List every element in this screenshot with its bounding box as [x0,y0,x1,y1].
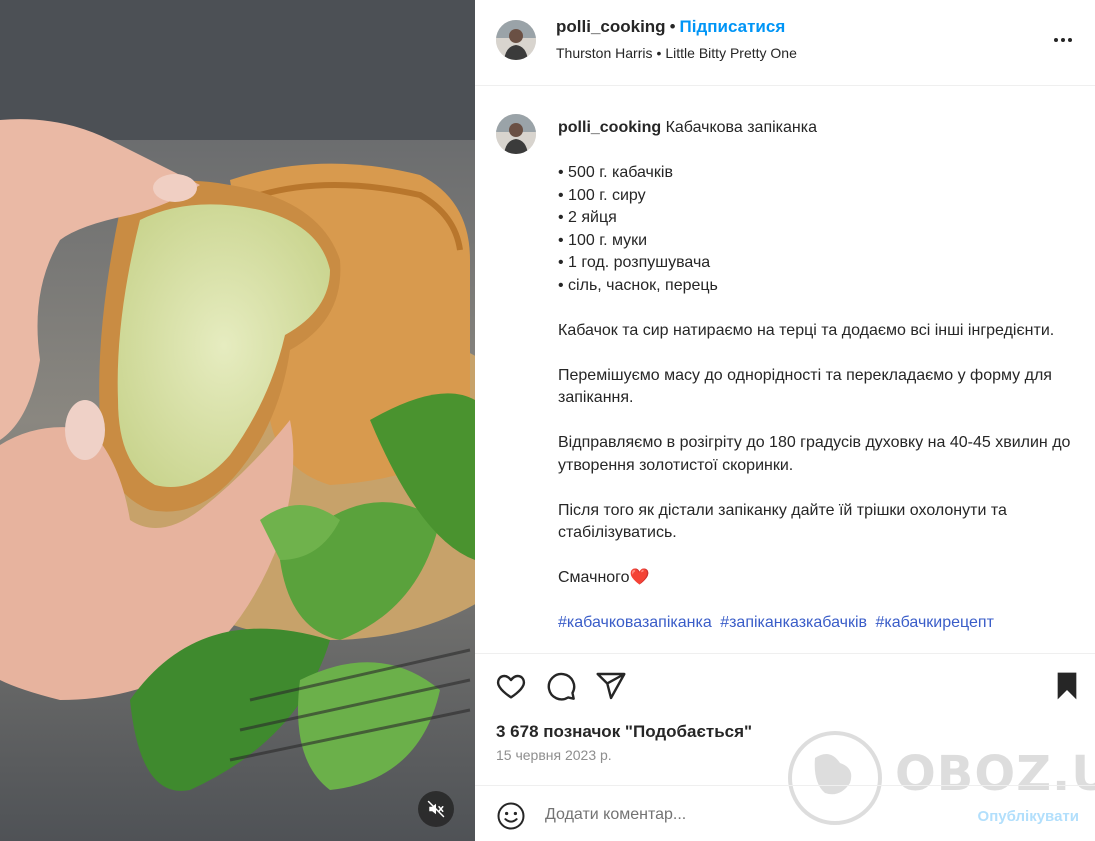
ingredient-item: • 500 г. кабачків [558,164,673,181]
post-media[interactable] [0,0,475,841]
audio-info[interactable]: Thurston Harris • Little Bitty Pretty One [556,45,797,61]
follow-button[interactable]: Підписатися [680,17,786,36]
avatar[interactable] [496,114,536,154]
ingredient-item: • сіль, часнок, перець [558,276,718,294]
heart-emoji-icon: ❤️ [629,569,650,586]
avatar-image [496,114,536,154]
music-artist[interactable]: Thurston Harris [556,45,652,61]
comment-input[interactable] [545,801,945,829]
closing-line: Смачного❤️ [558,567,1073,590]
caption-text: polli_cooking Кабачкова запіканка • 500 … [558,117,1073,635]
closing-text: Смачного [558,569,630,586]
comment-bar: Опублікувати [475,785,1095,841]
heart-icon[interactable] [495,670,527,702]
bookmark-icon[interactable] [1051,670,1083,702]
more-options-button[interactable] [1051,32,1075,48]
hashtag-list: #кабачковазапіканка #запіканказкабачків … [558,612,1073,635]
username-link[interactable]: polli_cooking [556,17,666,36]
caption-title-line: polli_cooking Кабачкова запіканка [558,117,1073,140]
post-details-pane: polli_cooking • Підписатися Thurston Harri… [475,0,1095,841]
hashtag-link[interactable]: #кабачковазапіканка [558,614,712,631]
ingredient-item: • 2 яйця [558,209,617,226]
hashtag-link[interactable]: #запіканказкабачків [720,614,867,631]
recipe-step: Після того як дістали запіканку дайте їй… [558,501,1007,542]
ingredients-list: • 500 г. кабачків • 100 г. сиру • 2 яйця… [558,162,1073,297]
speaker-muted-icon [427,800,445,818]
post-actions: 3 678 позначок "Подобається" 15 червня 2… [475,653,1095,803]
header-title-line: polli_cooking • Підписатися [556,17,785,37]
caption-username-link[interactable]: polli_cooking [558,119,661,136]
recipe-step: Відправляємо в розігріту до 180 градусів… [558,434,1071,474]
recipe-step: Перемішуємо масу до однорідності та пере… [558,366,1052,407]
caption-scroll-area[interactable]: polli_cooking Кабачкова запіканка • 500 … [475,87,1095,653]
avatar[interactable] [496,20,536,60]
music-title[interactable]: Little Bitty Pretty One [665,45,797,61]
more-horizontal-icon [1054,38,1072,42]
ingredient-item: • 1 год. розпушувача [558,254,711,271]
mute-button[interactable] [418,791,454,827]
ingredient-item: • 100 г. сиру [558,186,646,204]
post-date[interactable]: 15 червня 2023 р. [496,747,612,763]
recipe-step: Кабачок та сир натираємо на терці та дод… [558,321,1055,339]
caption-title: Кабачкова запіканка [665,119,818,136]
share-icon[interactable] [595,670,627,702]
comment-icon[interactable] [545,670,577,702]
emoji-icon[interactable] [496,801,526,831]
ingredient-item: • 100 г. муки [558,231,648,249]
post-header: polli_cooking • Підписатися Thurston Harri… [475,0,1095,86]
separator-dot: • [669,17,676,36]
hashtag-link[interactable]: #кабачкирецепт [875,614,993,631]
avatar-image [496,20,536,60]
separator-dot: • [656,45,662,61]
food-photo [0,0,475,841]
publish-button[interactable]: Опублікувати [978,808,1079,825]
likes-count[interactable]: 3 678 позначок "Подобається" [496,722,752,742]
